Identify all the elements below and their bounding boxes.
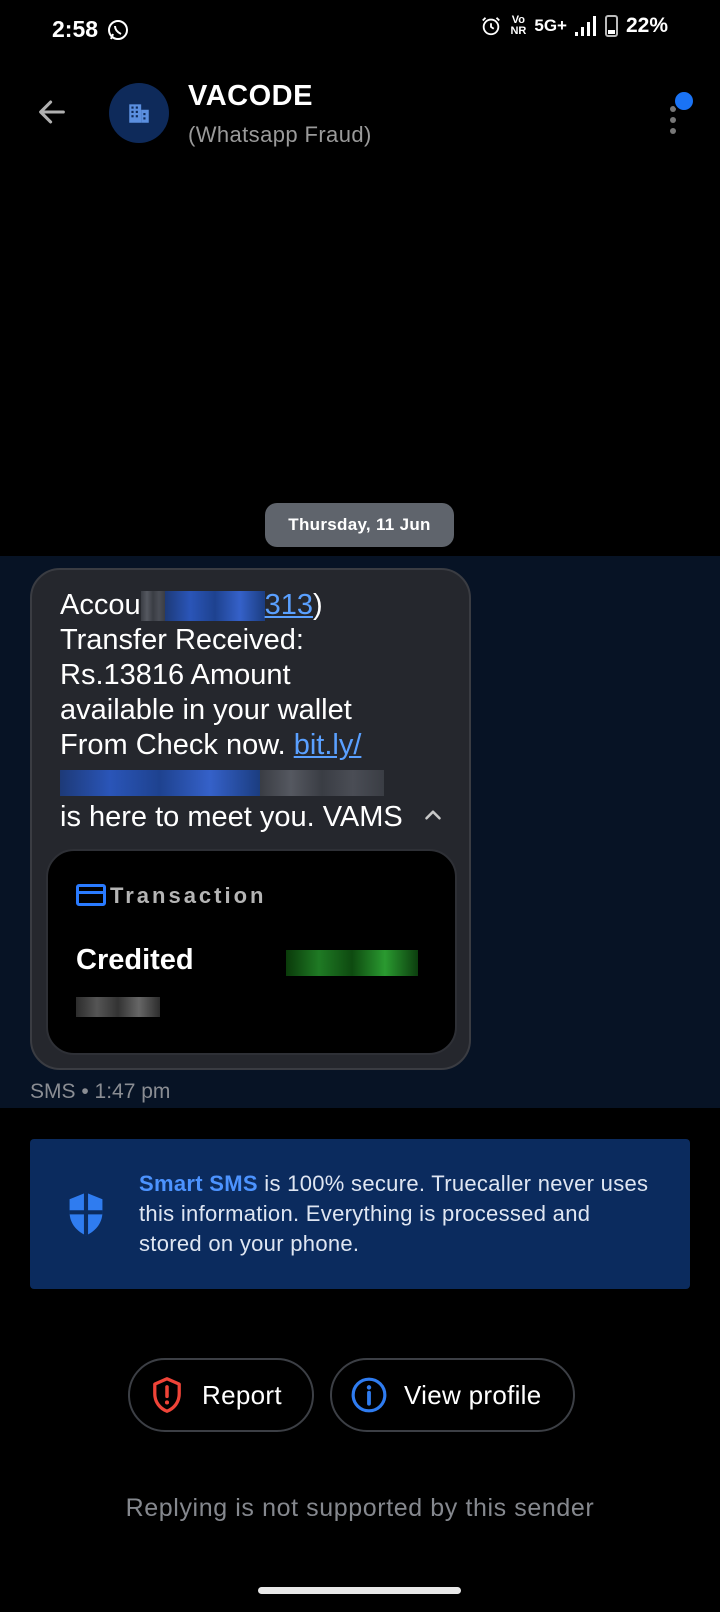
alarm-icon xyxy=(482,17,501,36)
battery-icon xyxy=(604,15,618,37)
info-icon xyxy=(351,1377,387,1413)
sender-name[interactable]: VACODE xyxy=(188,80,313,113)
whatsapp-icon xyxy=(108,20,128,40)
arrow-left-icon xyxy=(39,100,65,124)
message-text: From Check now. xyxy=(60,729,286,761)
volte-indicator: Vo NR xyxy=(510,15,526,37)
message-line: Accou 313) xyxy=(60,588,430,623)
sender-label: (Whatsapp Fraud) xyxy=(188,122,372,147)
status-icons: Vo NR 5G+ 22% xyxy=(480,14,668,38)
network-type: 5G+ xyxy=(534,16,567,35)
smart-sms-banner: Smart SMS is 100% secure. Truecaller nev… xyxy=(30,1139,690,1289)
date-separator: Thursday, 11 Jun xyxy=(265,503,454,547)
volte-bottom: NR xyxy=(510,25,527,37)
message-text: ) xyxy=(313,589,323,621)
transaction-card[interactable]: Transaction Credited xyxy=(46,849,457,1055)
sender-avatar[interactable] xyxy=(109,83,169,143)
message-line: Transfer Received: xyxy=(60,624,304,656)
redacted-reference xyxy=(76,997,160,1017)
overflow-menu-button[interactable] xyxy=(660,90,704,150)
message-line xyxy=(60,765,430,800)
message-bubble[interactable]: Accou 313) Transfer Received: Rs.13816 Am… xyxy=(30,568,471,1070)
conversation-header: VACODE (Whatsapp Fraud) xyxy=(0,70,720,160)
message-highlight-area: Accou 313) Transfer Received: Rs.13816 Am… xyxy=(0,556,720,1108)
status-bar: 2:58 Vo NR 5G+ 22% xyxy=(0,0,720,60)
view-profile-label: View profile xyxy=(404,1379,542,1410)
redacted-link-block[interactable] xyxy=(60,770,260,797)
message-body: Accou 313) Transfer Received: Rs.13816 Am… xyxy=(60,588,430,835)
notification-badge xyxy=(673,90,695,112)
shield-icon xyxy=(69,1192,103,1236)
message-line: Rs.13816 Amount xyxy=(60,659,291,691)
report-button[interactable]: Report xyxy=(128,1358,314,1432)
back-button[interactable] xyxy=(30,90,74,134)
view-profile-button[interactable]: View profile xyxy=(330,1358,575,1432)
home-indicator[interactable] xyxy=(258,1587,461,1594)
battery-level: 22% xyxy=(625,14,668,37)
reply-not-supported-note: Replying is not supported by this sender xyxy=(125,1494,595,1522)
message-line: From Check now. bit.ly/ xyxy=(60,728,430,763)
transaction-status: Credited xyxy=(76,944,194,976)
message-text: Accou xyxy=(60,589,141,621)
message-line: available in your wallet xyxy=(60,694,352,726)
message-timestamp: SMS • 1:47 pm xyxy=(30,1080,171,1103)
redacted-link-block xyxy=(164,591,265,622)
smart-sms-highlight: Smart SMS xyxy=(139,1171,258,1196)
message-line: is here to meet you. VAMS xyxy=(60,801,403,833)
chevron-up-icon[interactable] xyxy=(420,802,446,828)
credit-card-icon xyxy=(76,884,106,906)
redacted-block xyxy=(140,591,165,622)
building-icon xyxy=(129,104,149,123)
report-shield-icon xyxy=(153,1377,181,1413)
short-link[interactable]: bit.ly/ xyxy=(294,729,362,761)
redacted-amount xyxy=(286,950,418,976)
account-link[interactable]: 313 xyxy=(265,589,313,621)
menu-dot xyxy=(670,128,676,134)
transaction-label: Transaction xyxy=(110,883,267,908)
signal-icon xyxy=(574,16,596,36)
status-time: 2:58 xyxy=(52,16,99,42)
smart-sms-text: Smart SMS is 100% secure. Truecaller nev… xyxy=(139,1169,659,1259)
menu-dot xyxy=(670,117,676,123)
report-label: Report xyxy=(202,1379,282,1410)
redacted-block xyxy=(260,770,384,797)
